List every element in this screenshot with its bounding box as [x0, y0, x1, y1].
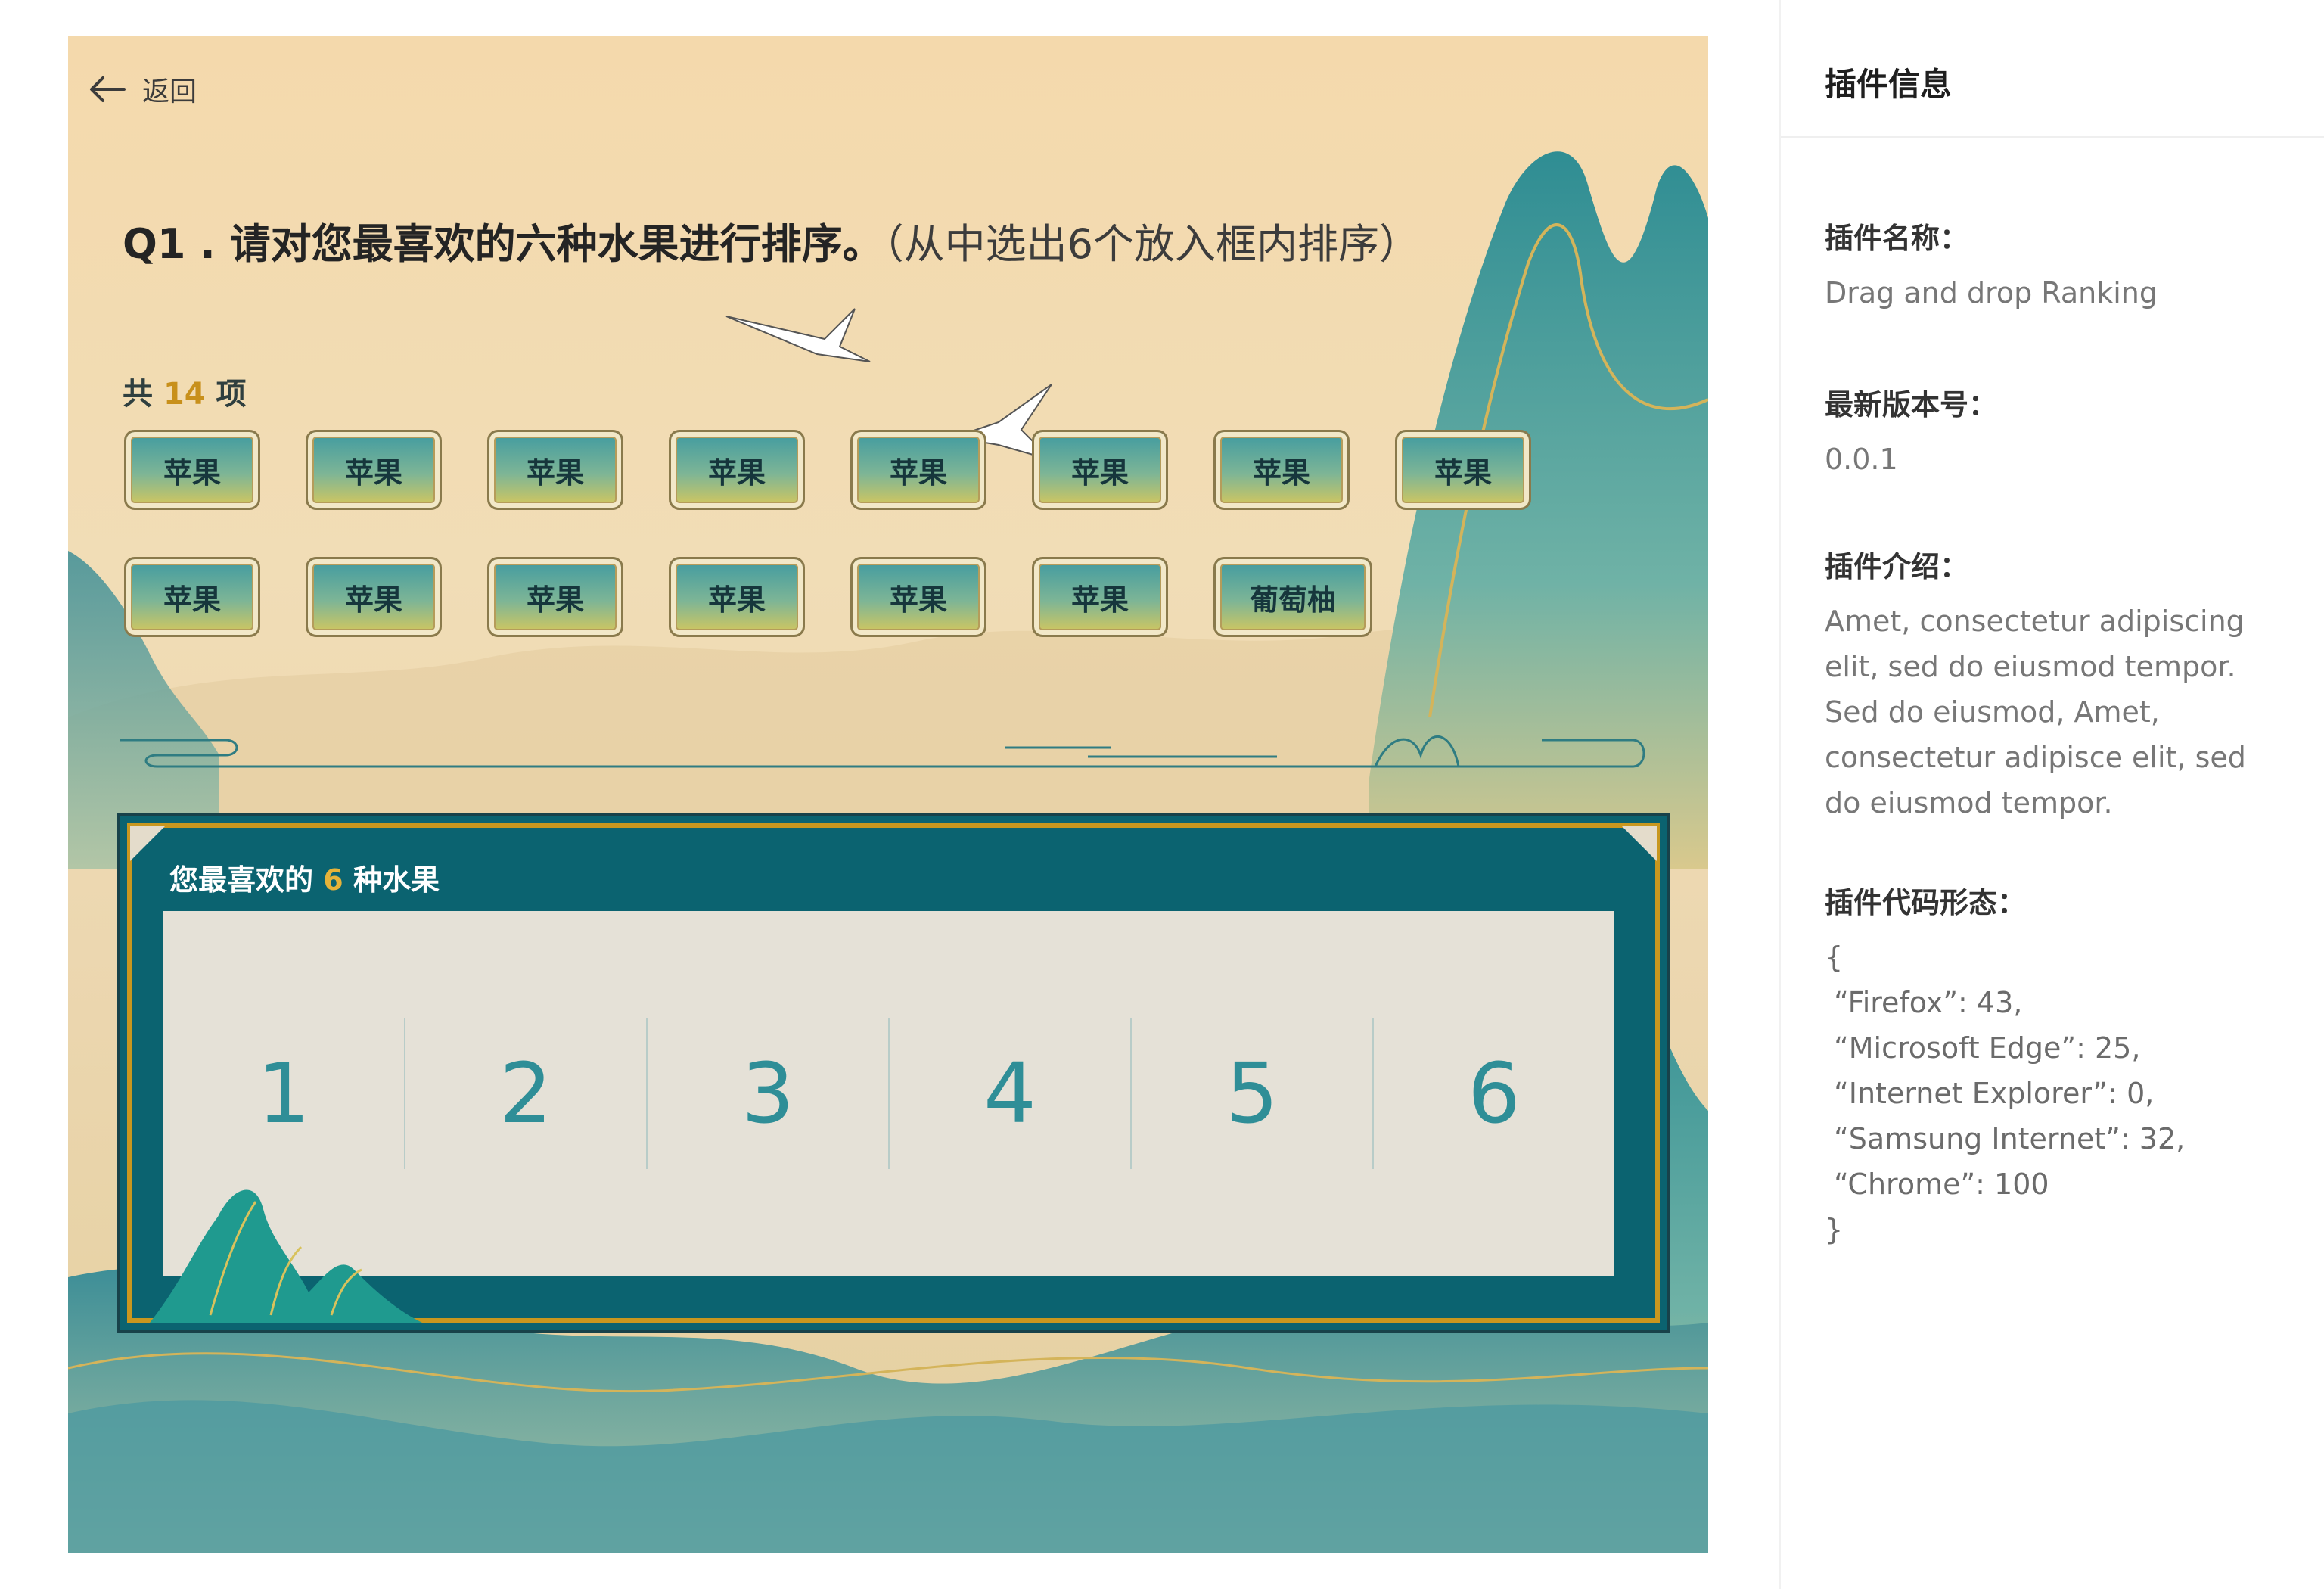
- plugin-intro-label: 插件介绍：: [1825, 550, 1969, 583]
- option-chip[interactable]: 苹果: [669, 430, 805, 510]
- option-chip[interactable]: 苹果: [124, 430, 260, 510]
- question-title: Q1 . 请对您最喜欢的六种水果进行排序。（从中选出6个放入框内排序）: [123, 210, 1420, 270]
- count-suffix: 项: [216, 377, 247, 412]
- rank-slot-4[interactable]: 4: [890, 1018, 1132, 1169]
- item-count: 共 14 项: [123, 369, 247, 413]
- plugin-name-section: 插件名称： Drag and drop Ranking: [1825, 215, 2279, 316]
- code-line: “Chrome”: 100: [1825, 1168, 2049, 1201]
- option-chip[interactable]: 苹果: [669, 557, 805, 637]
- question-hint: （从中选出6个放入框内排序）: [883, 220, 1420, 268]
- rank-title-number: 6: [323, 863, 343, 897]
- rank-slot-5[interactable]: 5: [1132, 1018, 1374, 1169]
- option-chip[interactable]: 苹果: [306, 557, 442, 637]
- plugin-version-label: 最新版本号：: [1825, 388, 1998, 421]
- frame-corner: [130, 826, 165, 861]
- code-line: “Samsung Internet”: 32,: [1825, 1122, 2186, 1155]
- back-label: 返回: [142, 76, 197, 107]
- plugin-intro-value: Amet, consectetur adipiscing elit, sed d…: [1825, 605, 2246, 819]
- plugin-code-section: 插件代码形态： { “Firefox”: 43, “Microsoft Edge…: [1825, 879, 2279, 1252]
- code-line: “Microsoft Edge”: 25,: [1825, 1031, 2141, 1065]
- code-line: “Firefox”: 43,: [1825, 986, 2023, 1019]
- decorative-divider: [120, 735, 1645, 768]
- back-button[interactable]: 返回: [88, 70, 197, 109]
- rank-slot-3[interactable]: 3: [648, 1018, 890, 1169]
- question-text: Q1 . 请对您最喜欢的六种水果进行排序。: [123, 220, 884, 268]
- count-prefix: 共: [123, 377, 153, 412]
- option-chip[interactable]: 苹果: [1395, 430, 1531, 510]
- plugin-name-value: Drag and drop Ranking: [1825, 276, 2158, 309]
- ranking-box: 您最喜欢的 6 种水果 1 2 3 4 5 6: [120, 816, 1667, 1330]
- option-chip[interactable]: 苹果: [124, 557, 260, 637]
- ranking-title: 您最喜欢的 6 种水果: [169, 857, 440, 898]
- plugin-code-label: 插件代码形态：: [1825, 886, 2027, 919]
- code-line: }: [1825, 1213, 1844, 1246]
- plugin-version-value: 0.0.1: [1825, 443, 1898, 476]
- plugin-name-label: 插件名称：: [1825, 222, 1969, 255]
- code-line: “Internet Explorer”: 0,: [1825, 1077, 2155, 1110]
- plugin-intro-section: 插件介绍： Amet, consectetur adipiscing elit,…: [1825, 543, 2279, 826]
- option-chip[interactable]: 苹果: [1032, 557, 1168, 637]
- rank-slot-2[interactable]: 2: [405, 1018, 648, 1169]
- option-chip[interactable]: 苹果: [850, 557, 986, 637]
- count-value: 14: [163, 377, 206, 412]
- rank-slot-6[interactable]: 6: [1374, 1018, 1614, 1169]
- option-chip[interactable]: 苹果: [1032, 430, 1168, 510]
- arrow-left-icon: [90, 76, 126, 102]
- code-line: {: [1825, 941, 1844, 974]
- frame-corner: [1622, 826, 1657, 861]
- mountain-ornament: [150, 1189, 422, 1323]
- option-chip[interactable]: 苹果: [487, 430, 623, 510]
- rank-title-prefix: 您最喜欢的: [169, 863, 314, 897]
- plugin-version-section: 最新版本号： 0.0.1: [1825, 381, 2279, 482]
- rank-title-suffix: 种水果: [353, 863, 440, 897]
- survey-stage: 返回 Q1 . 请对您最喜欢的六种水果进行排序。（从中选出6个放入框内排序） 共…: [68, 36, 1708, 1553]
- option-chip[interactable]: 苹果: [487, 557, 623, 637]
- option-chip[interactable]: 苹果: [306, 430, 442, 510]
- option-chip[interactable]: 葡萄柚: [1213, 557, 1372, 637]
- panel-title: 插件信息: [1781, 0, 2324, 138]
- option-chip[interactable]: 苹果: [1213, 430, 1350, 510]
- rank-slot-1[interactable]: 1: [163, 1018, 405, 1169]
- option-chip[interactable]: 苹果: [850, 430, 986, 510]
- plugin-info-panel: 插件信息 插件名称： Drag and drop Ranking 最新版本号： …: [1779, 0, 2324, 1589]
